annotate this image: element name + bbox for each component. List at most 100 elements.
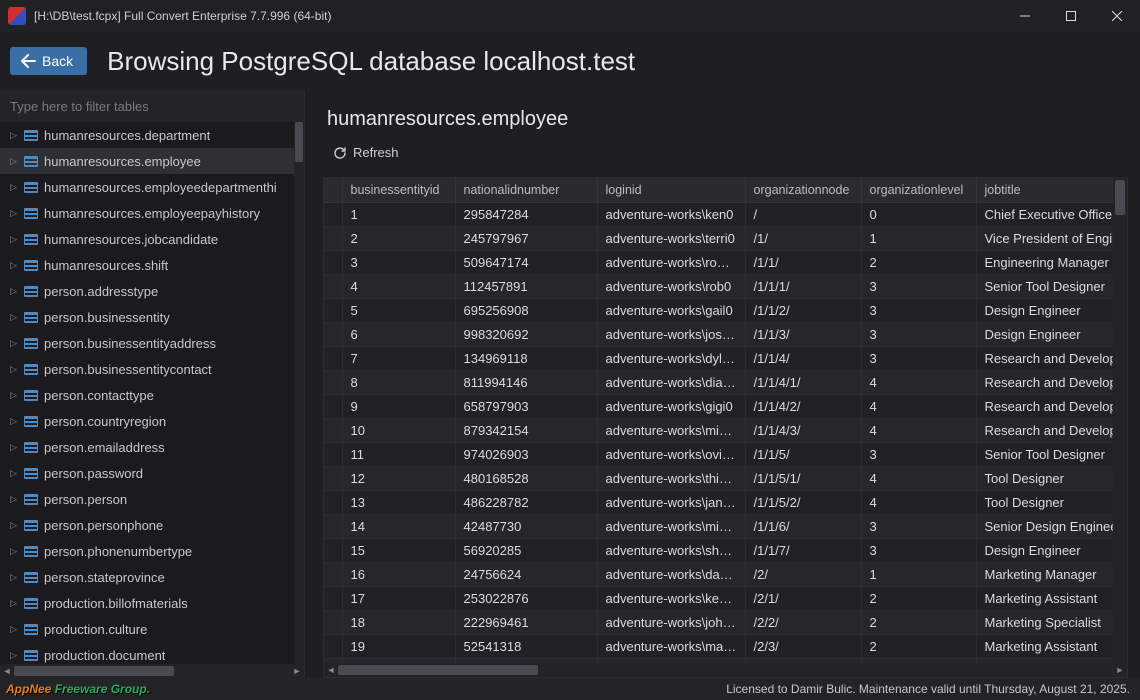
cell[interactable]: /1/1/2/ xyxy=(745,298,861,322)
sidebar-item[interactable]: ▷person.emailaddress xyxy=(0,434,294,460)
cell[interactable]: 1 xyxy=(861,226,976,250)
sidebar-item[interactable]: ▷production.billofmaterials xyxy=(0,590,294,616)
cell[interactable]: 17 xyxy=(342,586,455,610)
row-header[interactable] xyxy=(324,346,342,370)
cell[interactable]: adventure-works\jossef0 xyxy=(597,322,745,346)
cell[interactable]: adventure-works\gail0 xyxy=(597,298,745,322)
expander-icon[interactable]: ▷ xyxy=(10,650,20,661)
cell[interactable]: Tool Designer xyxy=(976,490,1113,514)
cell[interactable]: 4 xyxy=(861,370,976,394)
row-header[interactable] xyxy=(324,226,342,250)
cell[interactable]: adventure-works\ken0 xyxy=(597,202,745,226)
cell[interactable]: adventure-works\john5 xyxy=(597,610,745,634)
cell[interactable]: 2 xyxy=(861,586,976,610)
cell[interactable]: Marketing Specialist xyxy=(976,610,1113,634)
sidebar-item[interactable]: ▷humanresources.employee xyxy=(0,148,294,174)
table-row[interactable]: 1556920285adventure-works\sharon0/1/1/7/… xyxy=(324,538,1113,562)
table-row[interactable]: 1295847284adventure-works\ken0/0Chief Ex… xyxy=(324,202,1113,226)
cell[interactable]: /1/1/6/ xyxy=(745,514,861,538)
row-header[interactable] xyxy=(324,298,342,322)
table-row[interactable]: 12480168528adventure-works\thierry0/1/1/… xyxy=(324,466,1113,490)
sidebar-item[interactable]: ▷production.culture xyxy=(0,616,294,642)
cell[interactable]: Engineering Manager xyxy=(976,250,1113,274)
cell[interactable]: Marketing Assistant xyxy=(976,586,1113,610)
expander-icon[interactable]: ▷ xyxy=(10,494,20,505)
cell[interactable]: adventure-works\david0 xyxy=(597,562,745,586)
close-button[interactable] xyxy=(1094,0,1140,32)
cell[interactable]: 695256908 xyxy=(455,298,597,322)
cell[interactable]: Vice President of Engineering xyxy=(976,226,1113,250)
cell[interactable]: 3 xyxy=(861,298,976,322)
row-header[interactable] xyxy=(324,370,342,394)
table-row[interactable]: 3509647174adventure-works\roberto0/1/1/2… xyxy=(324,250,1113,274)
sidebar-item[interactable]: ▷person.countryregion xyxy=(0,408,294,434)
expander-icon[interactable]: ▷ xyxy=(10,520,20,531)
grid-vertical-scrollbar[interactable] xyxy=(1113,178,1127,664)
cell[interactable]: 52541318 xyxy=(455,634,597,658)
cell[interactable]: 18 xyxy=(342,610,455,634)
row-header[interactable] xyxy=(324,610,342,634)
sidebar-item[interactable]: ▷person.contacttype xyxy=(0,382,294,408)
cell[interactable]: 1 xyxy=(861,562,976,586)
cell[interactable]: Research and Development M xyxy=(976,418,1113,442)
back-button[interactable]: Back xyxy=(10,47,87,75)
row-header[interactable] xyxy=(324,418,342,442)
cell[interactable]: 3 xyxy=(342,250,455,274)
table-row[interactable]: 13486228782adventure-works\janice0/1/1/5… xyxy=(324,490,1113,514)
cell[interactable]: Research and Development Er xyxy=(976,394,1113,418)
cell[interactable]: /2/ xyxy=(745,562,861,586)
cell[interactable]: Tool Designer xyxy=(976,466,1113,490)
filter-tables-input[interactable] xyxy=(0,90,304,122)
sidebar-item[interactable]: ▷humanresources.employeepayhistory xyxy=(0,200,294,226)
expander-icon[interactable]: ▷ xyxy=(10,598,20,609)
row-header[interactable] xyxy=(324,442,342,466)
cell[interactable]: 134969118 xyxy=(455,346,597,370)
cell[interactable]: 486228782 xyxy=(455,490,597,514)
table-row[interactable]: 1952541318adventure-works\mary2/2/3/2Mar… xyxy=(324,634,1113,658)
cell[interactable]: adventure-works\diane1 xyxy=(597,370,745,394)
refresh-button[interactable]: Refresh xyxy=(333,145,399,160)
cell[interactable]: /2/3/ xyxy=(745,634,861,658)
cell[interactable]: adventure-works\rob0 xyxy=(597,274,745,298)
table-row[interactable]: 18222969461adventure-works\john5/2/2/2Ma… xyxy=(324,610,1113,634)
cell[interactable]: Research and Development Er xyxy=(976,370,1113,394)
cell[interactable]: /1/1/5/2/ xyxy=(745,490,861,514)
expander-icon[interactable]: ▷ xyxy=(10,312,20,323)
cell[interactable]: Design Engineer xyxy=(976,538,1113,562)
column-header[interactable]: loginid xyxy=(597,178,745,203)
row-header[interactable] xyxy=(324,538,342,562)
row-header[interactable] xyxy=(324,634,342,658)
sidebar-item[interactable]: ▷humanresources.shift xyxy=(0,252,294,278)
sidebar-item[interactable]: ▷humanresources.employeedepartmenthi xyxy=(0,174,294,200)
cell[interactable]: 4 xyxy=(861,394,976,418)
row-header[interactable] xyxy=(324,514,342,538)
table-row[interactable]: 1442487730adventure-works\michael8/1/1/6… xyxy=(324,514,1113,538)
cell[interactable]: 2 xyxy=(861,250,976,274)
minimize-button[interactable] xyxy=(1002,0,1048,32)
cell[interactable]: 8 xyxy=(342,370,455,394)
expander-icon[interactable]: ▷ xyxy=(10,286,20,297)
cell[interactable]: adventure-works\michael8 xyxy=(597,514,745,538)
cell[interactable]: Marketing Assistant xyxy=(976,634,1113,658)
cell[interactable]: 3 xyxy=(861,322,976,346)
cell[interactable]: /1/1/4/1/ xyxy=(745,370,861,394)
cell[interactable]: 19 xyxy=(342,634,455,658)
row-header[interactable] xyxy=(324,586,342,610)
expander-icon[interactable]: ▷ xyxy=(10,442,20,453)
column-header[interactable]: nationalidnumber xyxy=(455,178,597,203)
cell[interactable]: /1/ xyxy=(745,226,861,250)
cell[interactable]: 0 xyxy=(861,202,976,226)
row-header[interactable] xyxy=(324,250,342,274)
expander-icon[interactable]: ▷ xyxy=(10,130,20,141)
expander-icon[interactable]: ▷ xyxy=(10,468,20,479)
cell[interactable]: Marketing Manager xyxy=(976,562,1113,586)
table-row[interactable]: 9658797903adventure-works\gigi0/1/1/4/2/… xyxy=(324,394,1113,418)
cell[interactable]: 4 xyxy=(342,274,455,298)
expander-icon[interactable]: ▷ xyxy=(10,234,20,245)
sidebar-item[interactable]: ▷person.businessentityaddress xyxy=(0,330,294,356)
cell[interactable]: adventure-works\mary2 xyxy=(597,634,745,658)
expander-icon[interactable]: ▷ xyxy=(10,624,20,635)
sidebar-item[interactable]: ▷person.businessentity xyxy=(0,304,294,330)
cell[interactable]: Design Engineer xyxy=(976,322,1113,346)
grid-horizontal-scrollbar[interactable]: ◄► xyxy=(324,663,1127,677)
